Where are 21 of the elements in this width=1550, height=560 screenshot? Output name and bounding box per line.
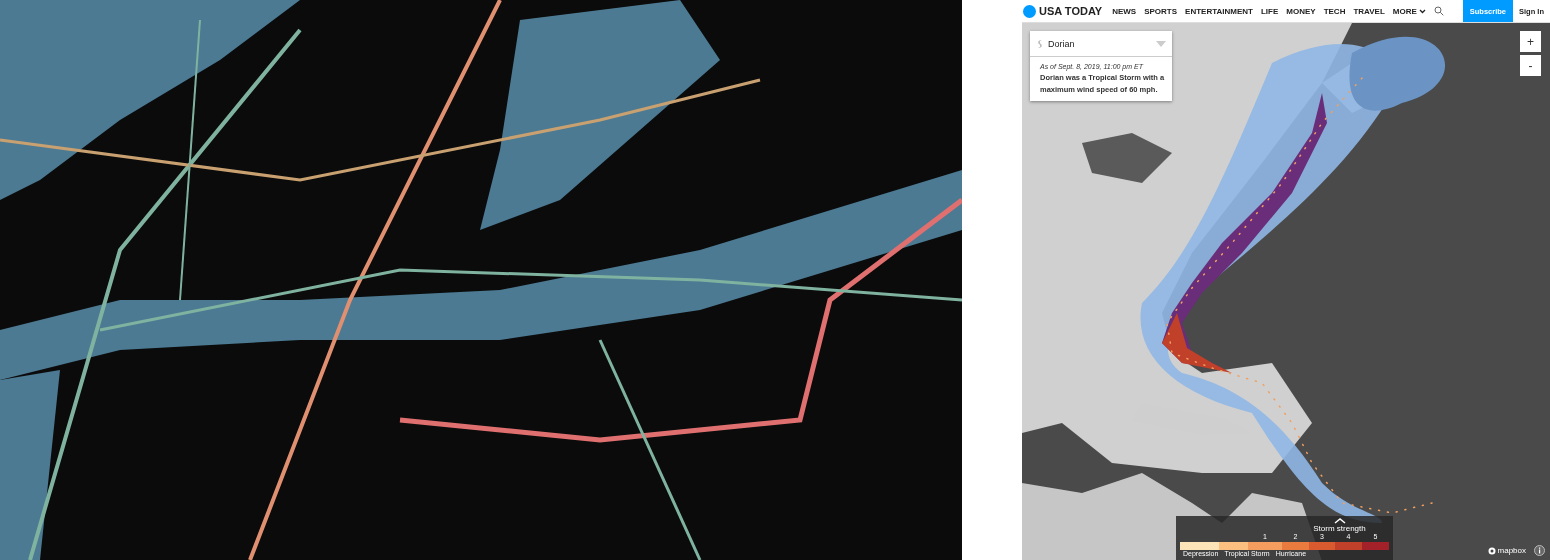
nav-link[interactable]: TRAVEL — [1353, 6, 1385, 16]
caret-icon — [1156, 40, 1166, 47]
zoom-out-button[interactable]: - — [1520, 55, 1541, 76]
logo-icon — [1023, 4, 1036, 18]
chevron-up-icon — [1333, 518, 1346, 524]
nav-link[interactable]: MONEY — [1286, 6, 1316, 16]
logo[interactable]: USA TODAY — [1039, 5, 1103, 17]
mapbox-logo[interactable]: mapbox — [1487, 546, 1526, 555]
chevron-down-icon — [1418, 8, 1426, 14]
search-icon[interactable] — [1433, 6, 1444, 16]
nav-link[interactable]: LIFE — [1260, 6, 1279, 16]
info-icon[interactable] — [1534, 545, 1545, 556]
nav-link[interactable]: TECH — [1323, 6, 1346, 16]
nav-link[interactable]: MORE — [1392, 6, 1426, 16]
storm-strength-toggle[interactable]: Storm strength — [1313, 518, 1366, 533]
nav-link[interactable]: ENTERTAINMENT — [1185, 6, 1253, 16]
storm-dropdown[interactable]: Dorian — [1030, 31, 1172, 57]
storm-icon — [1036, 38, 1044, 49]
nav-link[interactable]: NEWS — [1112, 6, 1137, 16]
nav-link[interactable]: SPORTS — [1144, 6, 1178, 16]
zoom-in-button[interactable]: + — [1520, 31, 1541, 52]
